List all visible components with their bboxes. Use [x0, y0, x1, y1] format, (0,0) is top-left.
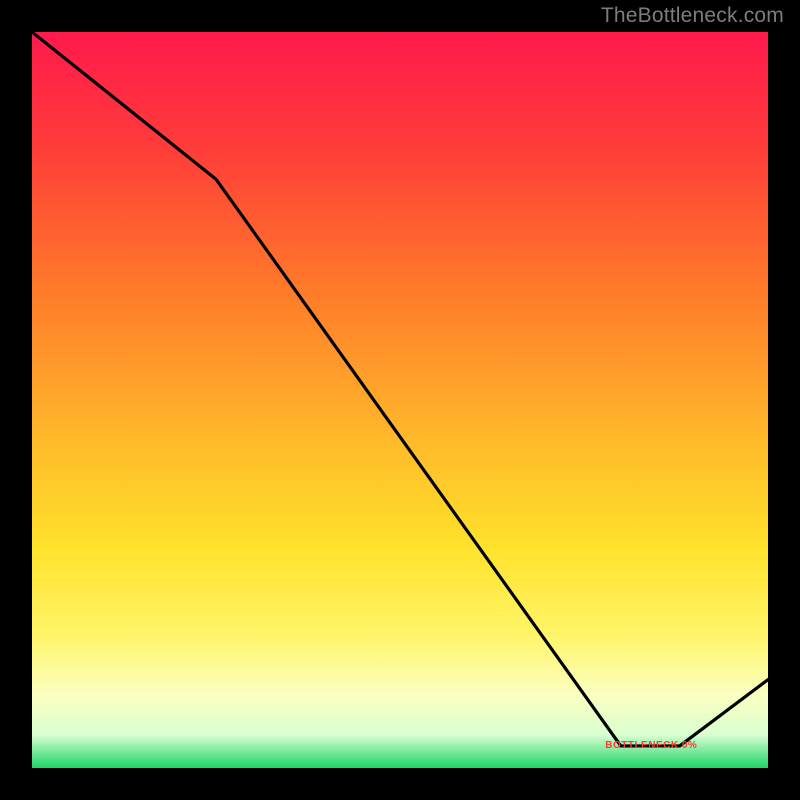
chart-container: TheBottleneck.com BOTTLENECK 0%: [0, 0, 800, 800]
plot-area: [32, 32, 768, 768]
bottleneck-zero-label: BOTTLENECK 0%: [605, 740, 697, 751]
gradient-background: [32, 32, 768, 768]
chart-svg: [32, 32, 768, 768]
watermark-text: TheBottleneck.com: [601, 4, 784, 28]
